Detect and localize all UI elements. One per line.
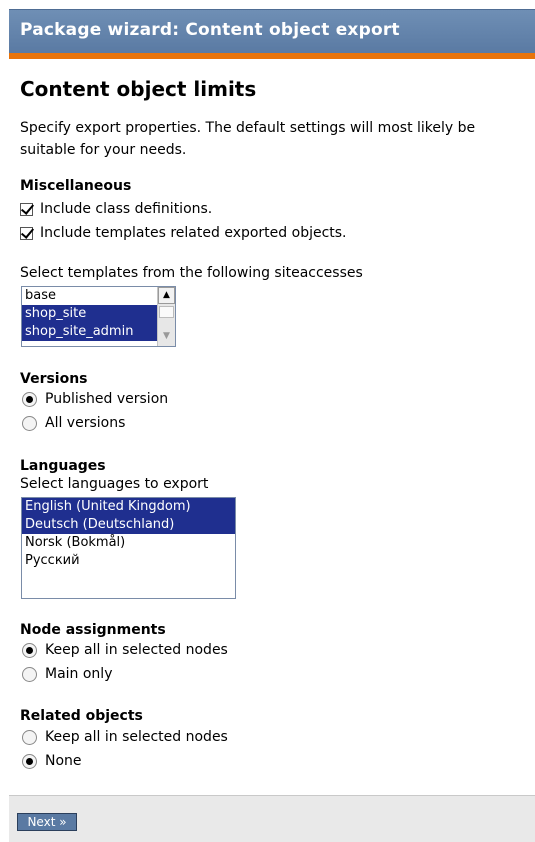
radio-label: Keep all in selected nodes (45, 642, 228, 658)
node-assignments-heading: Node assignments (20, 622, 166, 638)
scroll-down-icon[interactable]: ▼ (158, 329, 175, 346)
radio-label: None (45, 753, 82, 769)
next-button[interactable]: Next » (17, 813, 77, 831)
radio-unselected-icon[interactable] (22, 666, 37, 682)
scroll-thumb[interactable] (159, 306, 174, 318)
include-templates-checkbox[interactable]: Include templates related exported objec… (20, 222, 347, 244)
include-class-definitions-label: Include class definitions. (40, 201, 213, 217)
language-option[interactable]: Norsk (Bokmål) (22, 534, 235, 552)
radio-related-keep-all[interactable]: Keep all in selected nodes (20, 726, 228, 748)
include-class-definitions-checkbox[interactable]: Include class definitions. (20, 198, 212, 220)
language-option[interactable]: Русский (22, 552, 235, 570)
footer-bar (9, 795, 535, 842)
window-header: Package wizard: Content object export (9, 9, 535, 53)
radio-label: Main only (45, 666, 113, 682)
radio-label: Published version (45, 391, 169, 407)
checkbox-checked-icon[interactable] (20, 226, 33, 240)
radio-related-none[interactable]: None (20, 750, 82, 772)
radio-unselected-icon[interactable] (22, 415, 37, 431)
language-option[interactable]: Deutsch (Deutschland) (22, 516, 235, 534)
radio-selected-icon[interactable] (22, 642, 37, 658)
siteaccess-option[interactable]: shop_site (22, 305, 175, 323)
accent-bar (9, 53, 535, 59)
language-option[interactable]: English (United Kingdom) (22, 498, 235, 516)
listbox-scrollbar[interactable]: ▲ ▼ (157, 287, 175, 346)
radio-selected-icon[interactable] (22, 391, 37, 407)
radio-selected-icon[interactable] (22, 753, 37, 769)
languages-listbox[interactable]: English (United Kingdom) Deutsch (Deutsc… (21, 497, 236, 599)
radio-all-versions[interactable]: All versions (20, 412, 125, 434)
siteaccesses-listbox[interactable]: base shop_site shop_site_admin ▲ ▼ (21, 286, 176, 347)
window-title: Package wizard: Content object export (20, 20, 400, 40)
languages-heading: Languages (20, 458, 106, 474)
languages-label: Select languages to export (20, 476, 209, 492)
related-objects-heading: Related objects (20, 708, 143, 724)
radio-unselected-icon[interactable] (22, 729, 37, 745)
radio-label: Keep all in selected nodes (45, 729, 228, 745)
scroll-up-icon[interactable]: ▲ (158, 287, 175, 304)
siteaccesses-label: Select templates from the following site… (20, 265, 363, 281)
radio-node-main-only[interactable]: Main only (20, 663, 112, 685)
siteaccess-option[interactable]: shop_site_admin (22, 323, 175, 341)
page-description: Specify export properties. The default s… (20, 120, 476, 158)
misc-heading: Miscellaneous (20, 178, 132, 194)
siteaccess-option[interactable]: base (22, 287, 175, 305)
radio-node-keep-all[interactable]: Keep all in selected nodes (20, 639, 228, 661)
include-templates-label: Include templates related exported objec… (40, 225, 347, 241)
radio-published-version[interactable]: Published version (20, 388, 168, 410)
radio-label: All versions (45, 415, 126, 431)
checkbox-checked-icon[interactable] (20, 202, 33, 216)
page-title: Content object limits (20, 77, 257, 101)
versions-heading: Versions (20, 371, 88, 387)
